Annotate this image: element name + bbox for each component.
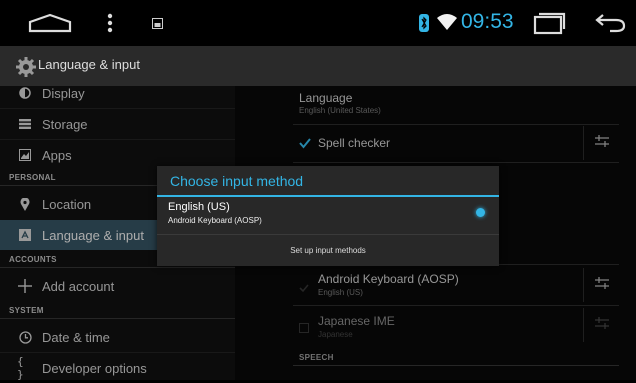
option-subtitle: Android Keyboard (AOSP) (168, 216, 262, 225)
settings-gear-icon[interactable] (15, 56, 37, 78)
status-time: 09:53 (461, 10, 514, 33)
recents-icon[interactable] (533, 11, 567, 35)
home-outline-icon[interactable] (28, 13, 72, 33)
page-title: Language & input (38, 57, 140, 72)
dialog-title: Choose input method (170, 173, 304, 189)
back-icon[interactable] (594, 13, 626, 33)
setup-input-methods-button[interactable]: Set up input methods (157, 235, 499, 266)
input-method-option[interactable]: English (US) Android Keyboard (AOSP) (157, 197, 499, 232)
menu-dots-icon[interactable] (104, 12, 116, 34)
bluetooth-icon (419, 14, 429, 32)
screenshot-icon (151, 17, 163, 29)
wifi-icon (436, 13, 458, 31)
option-title: English (US) (168, 201, 230, 213)
radio-selected-icon[interactable] (476, 208, 485, 217)
status-bar: 09:53 (0, 0, 636, 46)
choose-input-method-dialog: Choose input method English (US) Android… (157, 166, 499, 266)
